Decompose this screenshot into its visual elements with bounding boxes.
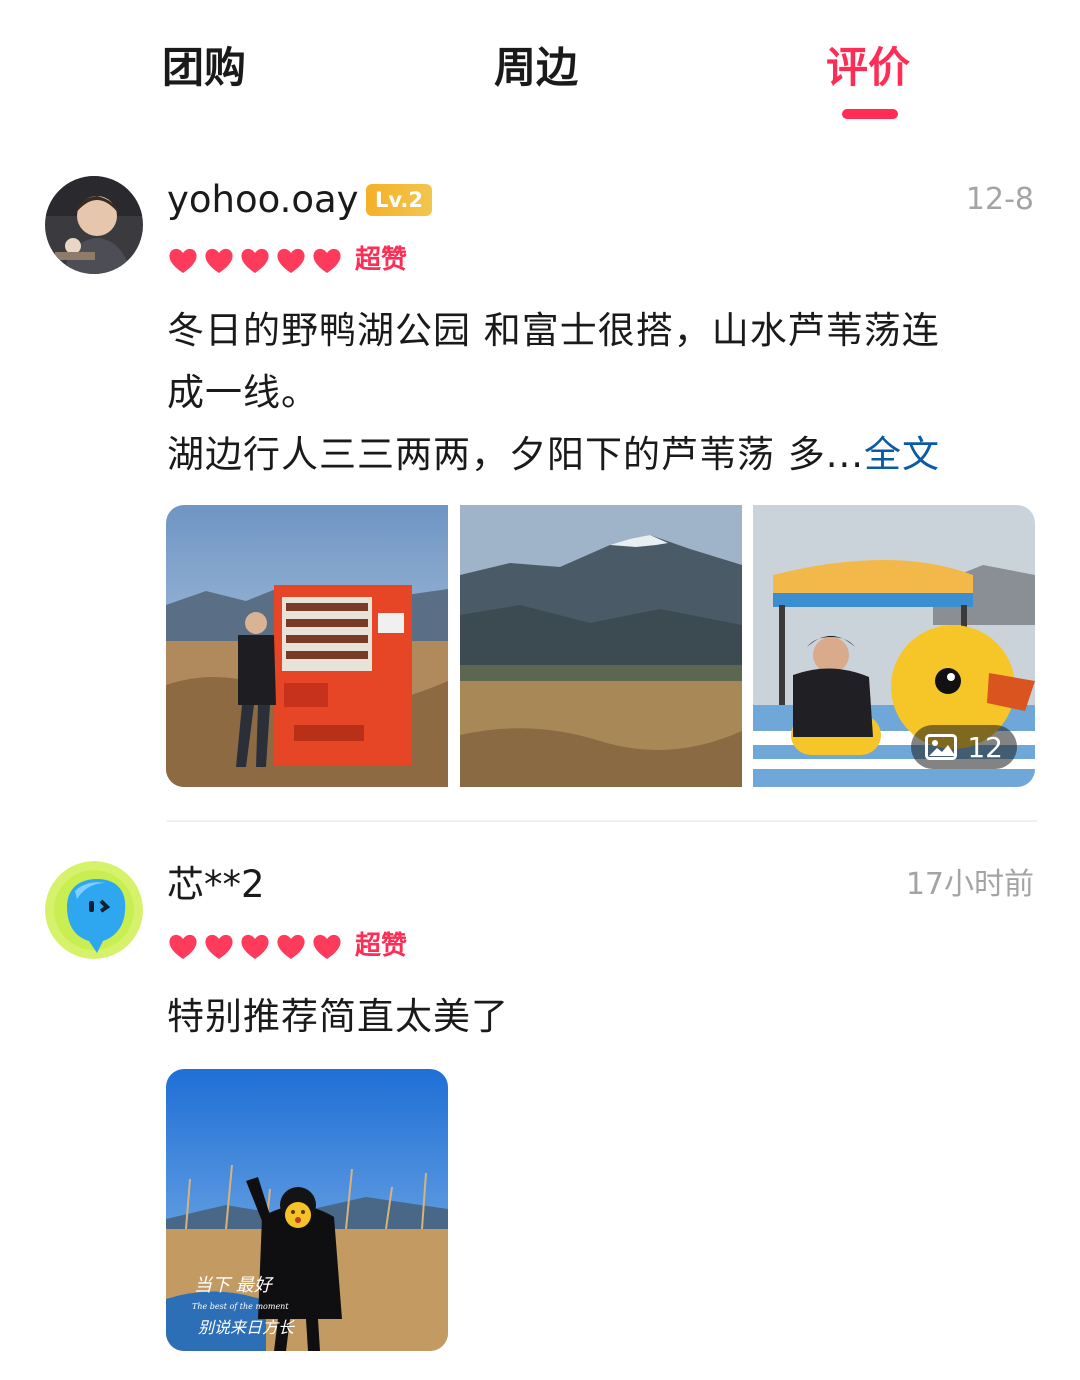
photo-caption: 别说来日方长 — [198, 1318, 295, 1337]
review-photo[interactable]: 12 — [753, 505, 1035, 787]
image-count-badge[interactable]: 12 — [911, 725, 1017, 769]
review-photo[interactable]: 当下 最好 The best of the moment 别说来日方长 — [166, 1069, 448, 1351]
review-photo[interactable] — [460, 505, 742, 787]
heart-icon — [241, 248, 269, 273]
rating-label: 超赞 — [355, 931, 408, 961]
heart-icon — [313, 248, 341, 273]
tab-reviews[interactable]: 评价 — [768, 36, 968, 106]
review-text-line: 湖边行人三三两两，夕阳下的芦苇荡 多...全文 — [167, 424, 1037, 486]
username[interactable]: yohoo.oay — [167, 176, 359, 224]
photo-caption: 当下 最好 — [194, 1275, 275, 1296]
heart-icon — [169, 934, 197, 959]
heart-icon — [277, 934, 305, 959]
review-text-line-content: 湖边行人三三两两，夕阳下的芦苇荡 多... — [167, 433, 865, 476]
rating: 超赞 — [167, 926, 407, 966]
image-icon — [925, 734, 958, 760]
tab-group-buy[interactable]: 团购 — [104, 36, 304, 106]
divider — [167, 820, 1037, 822]
avatar[interactable] — [45, 861, 143, 959]
heart-icon — [277, 248, 305, 273]
avatar[interactable] — [45, 176, 143, 274]
rating: 超赞 — [167, 240, 407, 280]
review-photo[interactable] — [166, 505, 448, 787]
heart-icon — [313, 934, 341, 959]
tab-nearby[interactable]: 周边 — [436, 36, 636, 106]
image-count: 12 — [967, 730, 1003, 764]
read-more-link[interactable]: 全文 — [864, 433, 940, 476]
tab-bar: 团购 周边 评价 — [0, 0, 1080, 140]
review-text-line: 成一线。 — [167, 371, 319, 414]
heart-icon — [241, 934, 269, 959]
rating-label: 超赞 — [355, 245, 408, 275]
review-text[interactable]: 特别推荐简直太美了 — [167, 986, 1037, 1048]
heart-icon — [169, 248, 197, 273]
review-time: 12-8 — [965, 182, 1034, 217]
review-text[interactable]: 冬日的野鸭湖公园 和富士很搭，山水芦苇荡连 成一线。 湖边行人三三两两，夕阳下的… — [167, 300, 1037, 486]
review-text-line: 冬日的野鸭湖公园 和富士很搭，山水芦苇荡连 — [167, 309, 940, 352]
active-tab-indicator — [842, 109, 898, 119]
heart-icon — [205, 248, 233, 273]
review-time: 17小时前 — [905, 867, 1034, 902]
photo-caption-sub: The best of the moment — [192, 1302, 289, 1311]
level-badge: Lv.2 — [366, 184, 432, 216]
heart-icon — [205, 934, 233, 959]
username[interactable]: 芯**2 — [167, 861, 265, 909]
